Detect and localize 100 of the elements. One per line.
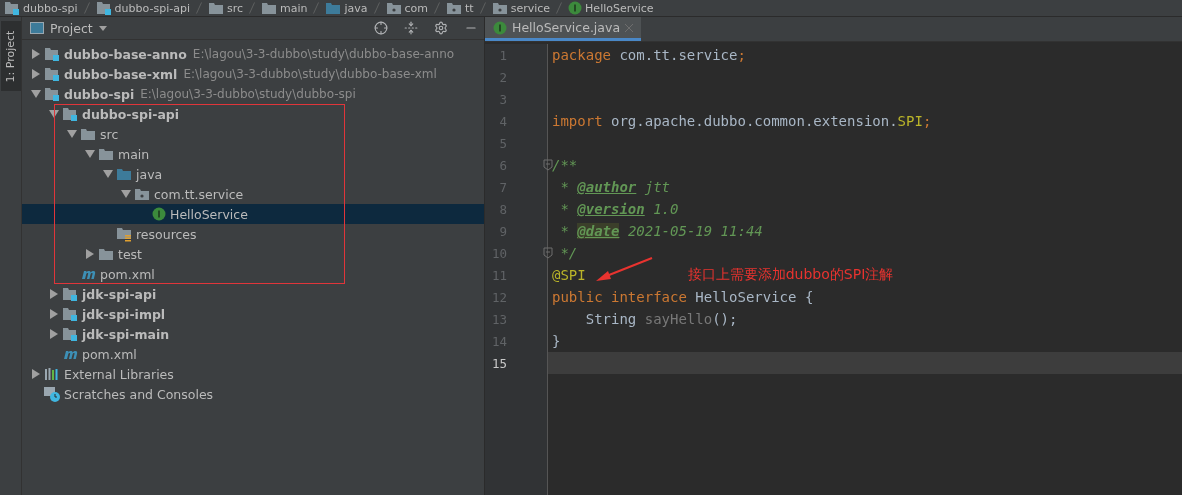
side-tab[interactable]: 1: Project [0, 21, 21, 91]
code-token: com.tt.service [619, 47, 738, 63]
tree-item[interactable]: dubbo-spi E:\lagou\3-3-dubbo\study\dubbo-spi [22, 84, 484, 104]
view-selector[interactable]: Project [30, 20, 358, 36]
module-path: E:\lagou\3-3-dubbo\study\dubbo-base-xml [183, 67, 437, 81]
breadcrumb-item[interactable]: java [325, 1, 368, 15]
scratches-icon [44, 386, 60, 402]
tree-item[interactable]: pom.xml [22, 264, 484, 284]
code-token: @date [577, 223, 620, 239]
tree-item[interactable]: pom.xml [22, 344, 484, 364]
locate-icon[interactable] [374, 21, 388, 35]
module-folder-icon [44, 87, 60, 101]
breadcrumb-item[interactable]: service [491, 1, 551, 15]
collapsed-arrow-icon[interactable] [31, 369, 41, 379]
module-path: E:\lagou\3-3-dubbo\study\dubbo-base-anno [192, 47, 455, 61]
module-path: E:\lagou\3-3-dubbo\study\dubbo-spi [140, 87, 356, 101]
code-token: org.apache.dubbo.common.extension. [611, 113, 898, 129]
separator-icon [249, 2, 255, 14]
breadcrumb-item[interactable]: src [207, 1, 243, 15]
expanded-arrow-icon[interactable] [103, 169, 113, 179]
expanded-arrow-icon[interactable] [67, 129, 77, 139]
code-token: public [552, 289, 604, 305]
folder-icon [207, 1, 224, 15]
module-folder-icon [44, 47, 60, 61]
collapsed-arrow-icon[interactable] [31, 69, 41, 79]
code-token: ; [737, 47, 746, 63]
tree-item[interactable]: test [22, 244, 484, 264]
code-token: @version [577, 201, 645, 217]
editor-tab[interactable]: HelloService.java [485, 17, 642, 41]
tree-item[interactable]: resources [22, 224, 484, 244]
tree-item[interactable]: main [22, 144, 484, 164]
folder-icon [116, 167, 132, 181]
folder-icon [98, 147, 114, 161]
code-token: */ [559, 245, 578, 261]
code-token: * [559, 223, 570, 239]
tree-item[interactable]: jdk-spi-impl [22, 304, 484, 324]
collapsed-arrow-icon[interactable] [49, 309, 59, 319]
folder-icon [325, 1, 342, 15]
tree-item[interactable]: External Libraries [22, 364, 484, 384]
breadcrumb-item[interactable]: HelloService [568, 1, 654, 15]
fold-icon[interactable] [543, 247, 553, 259]
breadcrumb-item[interactable]: main [261, 1, 308, 15]
separator-icon [313, 2, 320, 14]
expanded-arrow-icon[interactable] [121, 189, 131, 199]
expanded-arrow-icon[interactable] [49, 109, 59, 119]
interface-icon [493, 20, 507, 35]
collapse-icon[interactable] [404, 21, 418, 35]
code-token: sayHello [644, 311, 713, 327]
maven-icon [62, 348, 78, 360]
separator-icon [556, 2, 563, 14]
module-folder-icon [62, 307, 78, 321]
module-folder-icon [4, 1, 20, 15]
settings-icon[interactable] [434, 21, 448, 35]
code-token: * [559, 201, 570, 217]
code-token: import [552, 113, 604, 129]
collapsed-arrow-icon[interactable] [85, 249, 95, 259]
tree-item[interactable]: dubbo-base-xml E:\lagou\3-3-dubbo\study\dubbo-base-xml [22, 64, 484, 84]
code-token: String [584, 311, 638, 327]
libraries-icon [44, 367, 60, 381]
module-folder-icon [62, 107, 78, 121]
tree-item[interactable]: src [22, 124, 484, 144]
module-folder-icon [95, 1, 112, 15]
code-token: 2021-05-19 11:44 [626, 223, 763, 239]
tree-item[interactable]: jdk-spi-main [22, 324, 484, 344]
expanded-arrow-icon[interactable] [31, 89, 41, 99]
fold-icon[interactable] [543, 159, 553, 171]
code-token: ; [922, 113, 932, 129]
folder-icon [98, 247, 114, 261]
tree-item[interactable]: java [22, 164, 484, 184]
code-token: * [559, 179, 570, 195]
code-token: /** [552, 157, 578, 173]
breadcrumb-item[interactable]: com [385, 1, 429, 15]
module-folder-icon [62, 327, 78, 341]
collapsed-arrow-icon[interactable] [49, 289, 59, 299]
separator-icon [434, 2, 441, 14]
separator-icon [83, 2, 90, 14]
code-token: @SPI [552, 267, 586, 283]
expanded-arrow-icon[interactable] [85, 149, 95, 159]
package-folder-icon [134, 187, 150, 201]
code-token: package [552, 47, 612, 63]
resources-folder-icon [116, 226, 132, 242]
breadcrumb-item[interactable]: dubbo-spi [4, 1, 78, 15]
maven-icon [80, 268, 96, 280]
annotation-note: 接口上需要添加dubbo的SPI注解 [687, 266, 894, 284]
module-folder-icon [44, 67, 60, 81]
code-token: interface [611, 289, 688, 305]
collapsed-arrow-icon[interactable] [31, 49, 41, 59]
module-folder-icon [62, 287, 78, 301]
interface-icon [152, 207, 166, 221]
tree-item[interactable]: dubbo-spi-api [22, 104, 484, 124]
tree-item[interactable]: Scratches and Consoles [22, 384, 484, 404]
tree-item[interactable]: jdk-spi-api [22, 284, 484, 304]
code-token: SPI [897, 113, 923, 129]
tree-item[interactable]: dubbo-base-anno E:\lagou\3-3-dubbo\study\dubbo-base-anno [22, 44, 484, 64]
breadcrumb-item[interactable]: tt [446, 1, 474, 15]
breadcrumb-item[interactable]: dubbo-spi-api [95, 1, 190, 15]
tree-item[interactable]: HelloService [22, 204, 484, 224]
collapsed-arrow-icon[interactable] [49, 329, 59, 339]
code-token: @author [577, 179, 637, 195]
tree-item[interactable]: com.tt.service [22, 184, 484, 204]
